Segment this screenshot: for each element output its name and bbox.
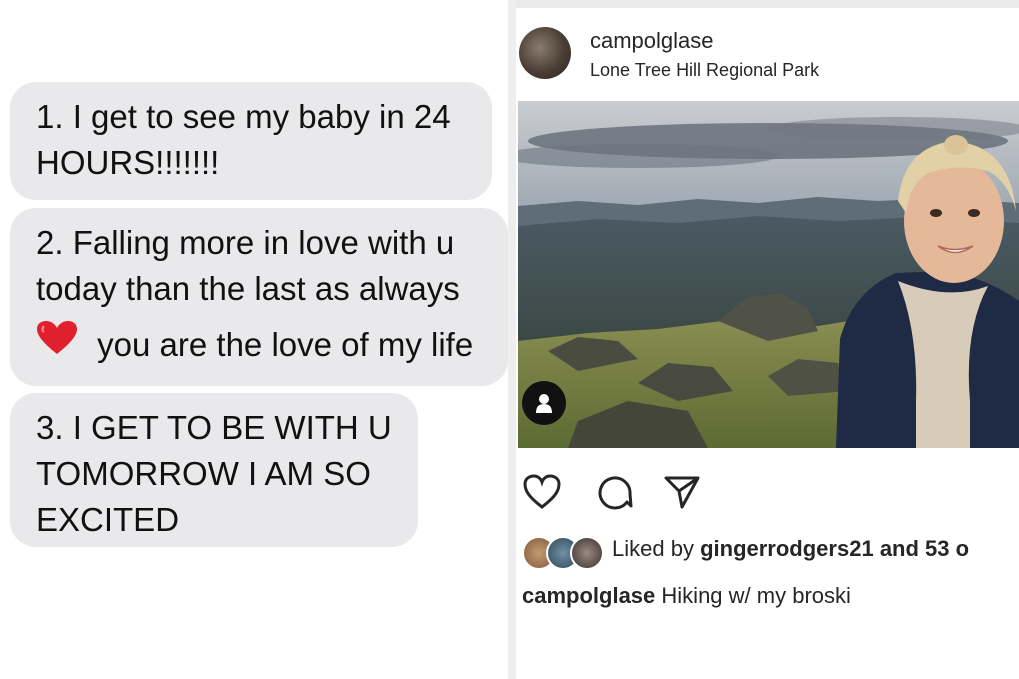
- landscape-image: [518, 101, 1019, 448]
- message-bubble[interactable]: 1. I get to see my baby in 24 HOURS!!!!!…: [10, 82, 492, 200]
- message-text-line: EXCITED: [36, 501, 180, 538]
- likes-summary[interactable]: Liked by gingerrodgers21 and 53 o: [612, 536, 969, 562]
- social-post: campolglase Lone Tree Hill Regional Park: [516, 0, 1019, 679]
- share-icon[interactable]: [662, 472, 702, 512]
- message-text-line-with-emoji: you are the love of my life: [36, 320, 482, 368]
- liked-by-text: Liked by: [612, 536, 694, 561]
- caption-username[interactable]: campolglase: [522, 583, 655, 608]
- post-caption: campolglase Hiking w/ my broski: [522, 583, 851, 609]
- heart-outline-icon[interactable]: [522, 472, 562, 512]
- post-location[interactable]: Lone Tree Hill Regional Park: [590, 60, 819, 81]
- message-thread: 1. I get to see my baby in 24 HOURS!!!!!…: [0, 0, 508, 679]
- user-tag-icon[interactable]: [522, 381, 566, 425]
- likes-count[interactable]: and 53 o: [880, 536, 969, 561]
- caption-text: Hiking w/ my broski: [661, 583, 851, 608]
- message-text-line: TOMORROW I AM SO: [36, 455, 371, 492]
- liked-by-username[interactable]: gingerrodgers21: [700, 536, 874, 561]
- message-text: you are the love of my life: [97, 326, 474, 363]
- avatar[interactable]: [519, 27, 571, 79]
- message-text-line: HOURS!!!!!!!: [36, 144, 220, 181]
- message-text-line: 2. Falling more in love with u: [36, 224, 455, 261]
- message-text-line: today than the last as always: [36, 270, 460, 307]
- comment-icon[interactable]: [594, 472, 634, 512]
- top-divider: [516, 0, 1019, 8]
- message-text-line: 1. I get to see my baby in 24: [36, 98, 451, 135]
- message-text-line: 3. I GET TO BE WITH U: [36, 409, 392, 446]
- panel-divider: [508, 0, 516, 679]
- post-username[interactable]: campolglase: [590, 28, 714, 54]
- message-bubble[interactable]: 2. Falling more in love with u today tha…: [10, 208, 508, 386]
- heart-icon: [37, 321, 77, 354]
- message-bubble[interactable]: 3. I GET TO BE WITH U TOMORROW I AM SO E…: [10, 393, 418, 547]
- liker-avatars[interactable]: [522, 536, 610, 570]
- post-photo[interactable]: [518, 101, 1019, 448]
- liker-avatar: [570, 536, 604, 570]
